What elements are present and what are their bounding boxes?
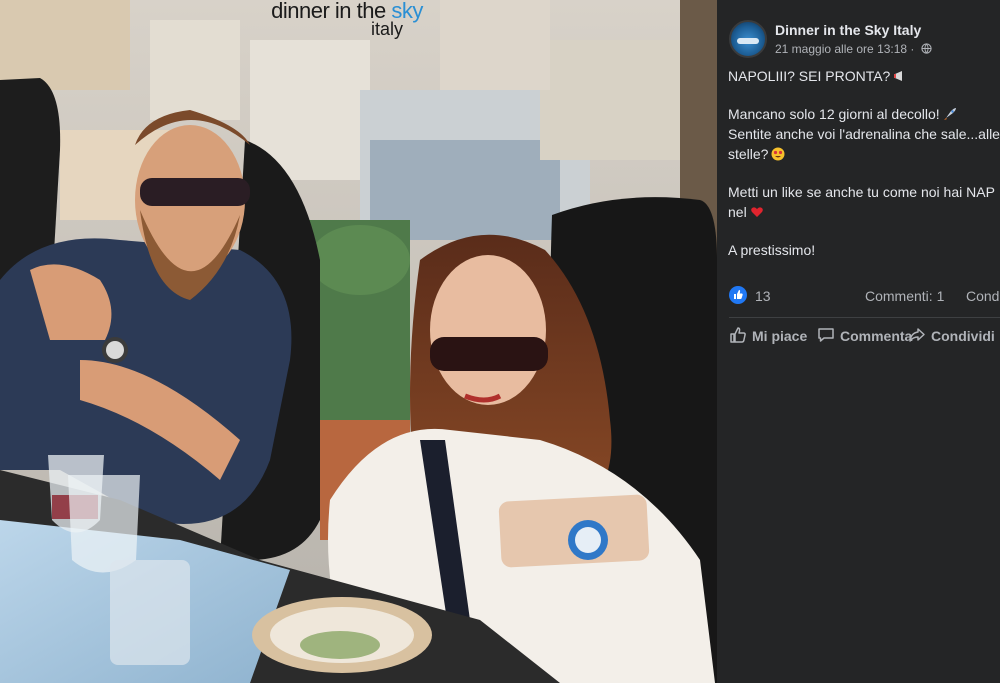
photo-illustration [0, 0, 717, 683]
megaphone-emoji [894, 71, 903, 81]
share-button[interactable]: Condividi [908, 326, 995, 344]
post-photo[interactable]: dinner in the sky italy [0, 0, 717, 683]
brand-watermark: dinner in the sky italy [262, 0, 432, 38]
post-line: stelle? [728, 144, 1000, 164]
post-line: Mancano solo 12 giorni al decollo! [728, 104, 1000, 124]
thumbs-up-icon [730, 327, 746, 343]
post-meta: 21 maggio alle ore 13:18 · [775, 42, 932, 56]
share-label: Condividi [931, 328, 995, 344]
like-label: Mi piace [752, 328, 808, 344]
post-header: Dinner in the Sky Italy 21 maggio alle o… [729, 20, 1000, 60]
post-body: NAPOLIII? SEI PRONTA? Mancano solo 12 gi… [728, 66, 1000, 260]
comment-icon [818, 328, 834, 342]
page-name[interactable]: Dinner in the Sky Italy [775, 22, 921, 38]
post-timestamp[interactable]: 21 maggio alle ore 13:18 · [775, 42, 918, 56]
post-line: Metti un like se anche tu come noi hai N… [728, 184, 995, 200]
post-line: nel [728, 202, 1000, 222]
reaction-count[interactable]: 13 [755, 288, 771, 304]
star-struck-emoji [771, 147, 785, 161]
post-actions: Mi piace Commenta Condividi [717, 322, 1000, 352]
post-panel: Dinner in the Sky Italy 21 maggio alle o… [717, 0, 1000, 683]
post-line: Sentite anche voi l'adrenalina che sale.… [728, 126, 1000, 142]
like-button[interactable]: Mi piace [729, 326, 807, 344]
post-line: A prestissimo! [728, 242, 816, 258]
comment-label: Commenta [840, 328, 913, 344]
post-line: NAPOLIII? SEI PRONTA? [728, 66, 1000, 86]
like-reaction-icon[interactable] [729, 286, 747, 304]
rocket-emoji [943, 108, 956, 120]
comments-count[interactable]: Commenti: 1 [865, 288, 944, 304]
globe-icon [921, 43, 932, 54]
reaction-stats: 13 Commenti: 1 Condivi [729, 284, 1000, 308]
red-heart-emoji [750, 207, 763, 217]
page-avatar[interactable] [729, 20, 767, 58]
divider [729, 317, 1000, 318]
share-icon [909, 328, 925, 342]
shares-count[interactable]: Condivi [966, 288, 1000, 304]
comment-button[interactable]: Commenta [817, 326, 912, 344]
